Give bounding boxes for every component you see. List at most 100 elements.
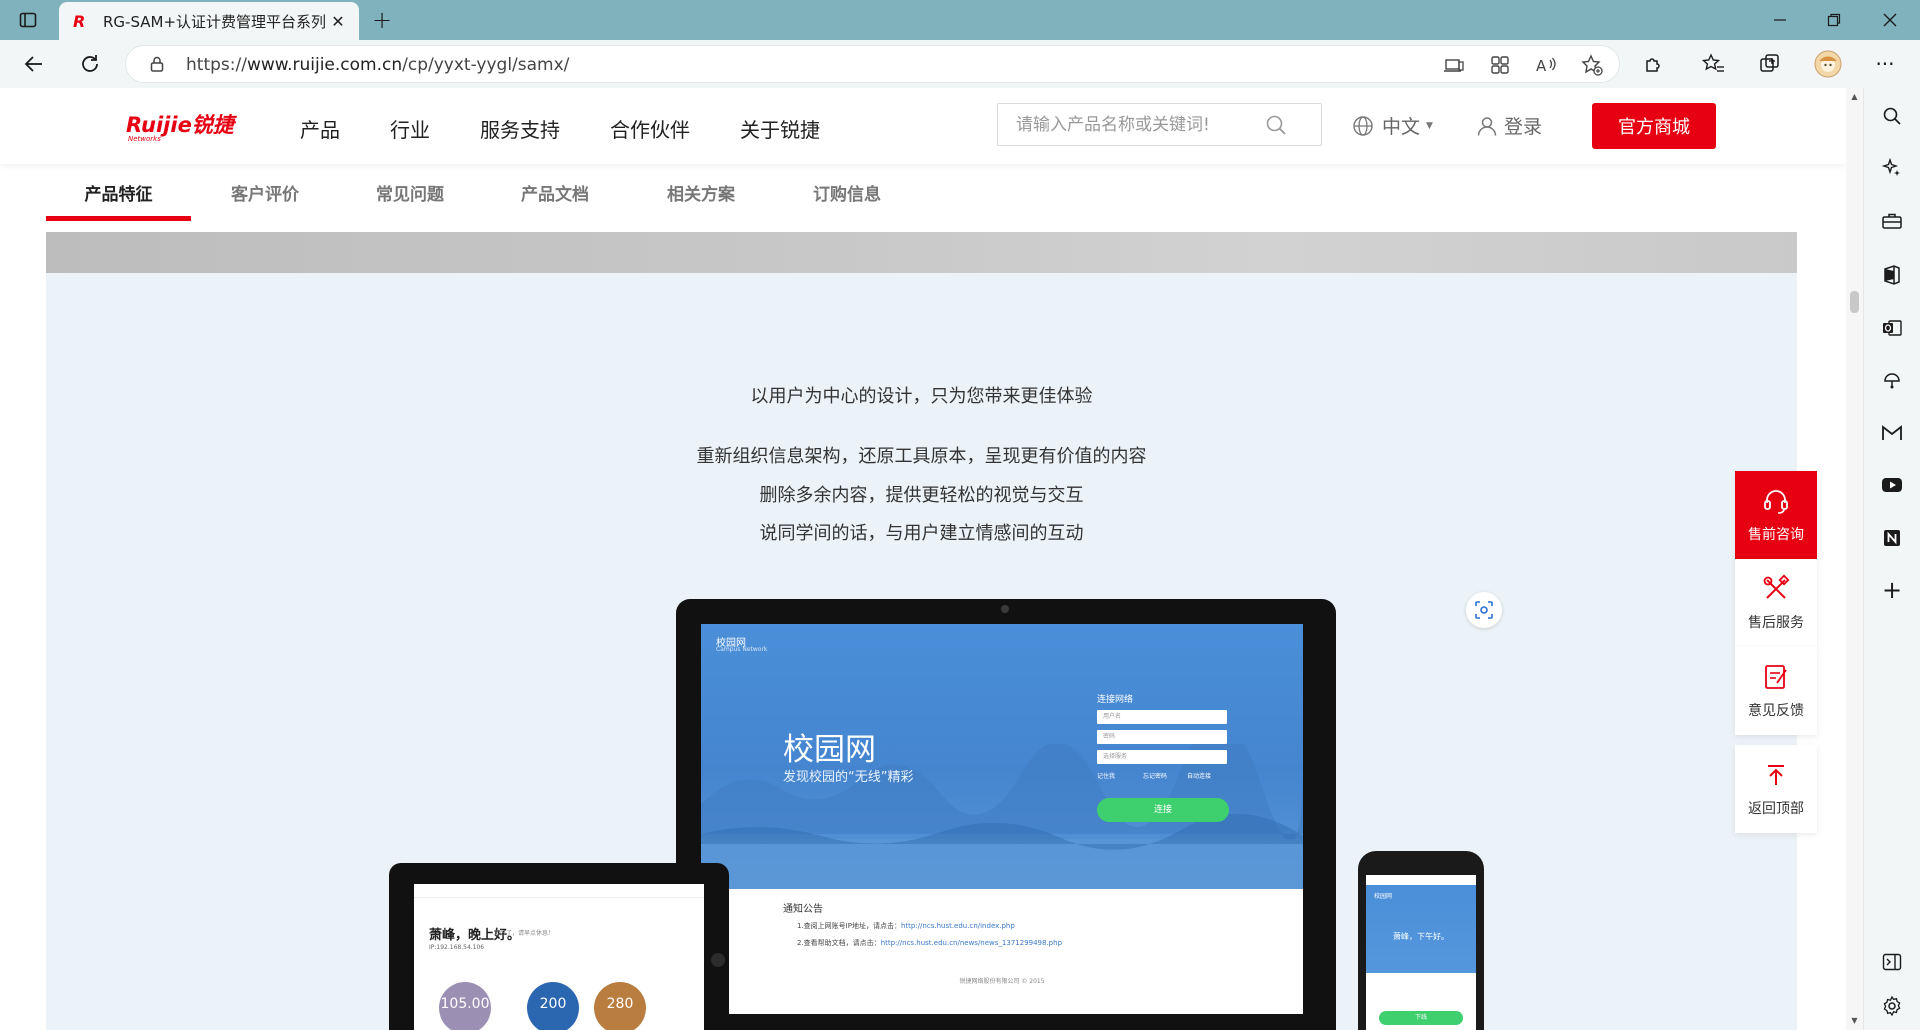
screen-footer: 锐捷网络股份有限公司 © 2015: [959, 978, 1045, 985]
active-tab-indicator: [46, 216, 191, 221]
puzzle-icon[interactable]: [1640, 50, 1668, 78]
page-viewport: Ruijie锐捷 Networks 产品 行业 服务支持 合作伙伴 关于锐捷 中…: [0, 88, 1846, 1030]
minimize-icon[interactable]: [1764, 6, 1796, 34]
nav-products[interactable]: 产品: [300, 114, 340, 143]
feature-line-2: 删除多余内容，提供更轻松的视觉与交互: [759, 485, 1084, 506]
gmail-icon[interactable]: [1880, 421, 1904, 445]
feature-line-1: 重新组织信息架构，还原工具原本，呈现更有价值的内容: [696, 446, 1147, 467]
tab-actions-icon[interactable]: [16, 8, 40, 32]
search-icon[interactable]: [1880, 104, 1904, 128]
refresh-icon[interactable]: [76, 50, 104, 78]
tablet-screen: 萧峰，晚上好。 您好了，请早点休息！ IP:192.168.54.106 105…: [414, 884, 704, 1030]
more-icon[interactable]: ···: [1871, 50, 1899, 78]
screen-form-title: 连接网络: [1097, 695, 1134, 705]
nav-about[interactable]: 关于锐捷: [740, 114, 820, 143]
feedback-button[interactable]: 意见反馈: [1735, 647, 1817, 735]
svg-text:Ruijie锐捷: Ruijie锐捷: [126, 113, 238, 137]
screen-notice-title: 通知公告: [783, 904, 823, 915]
tab-solutions[interactable]: 相关方案: [646, 164, 756, 220]
svg-text:R: R: [73, 13, 85, 29]
search-input[interactable]: [998, 104, 1268, 145]
phone-offline-button: 下线: [1379, 1011, 1463, 1025]
tablet-ip: IP:192.168.54.106: [429, 944, 485, 951]
favorites-icon[interactable]: [1700, 50, 1728, 78]
screen-service-select: 选择服务: [1097, 750, 1227, 764]
address-bar[interactable]: https://www.ruijie.com.cn/cp/yyxt-yygl/s…: [125, 45, 1620, 83]
tablet-stat-3: 280: [594, 982, 646, 1030]
screen-check-forgot: 忘记密码: [1143, 773, 1168, 780]
svg-text:Networks: Networks: [128, 135, 161, 143]
phone-brand: 校园网: [1374, 893, 1393, 900]
feedback-icon: [1761, 662, 1791, 692]
lock-icon[interactable]: [148, 55, 166, 73]
language-selector[interactable]: 中文 ▼: [1352, 112, 1433, 139]
settings-icon[interactable]: [1880, 994, 1904, 1018]
back-icon[interactable]: [20, 50, 48, 78]
phone-screen: 校园网 萧峰，下午好。 下线: [1366, 875, 1476, 1030]
restore-icon[interactable]: [1818, 6, 1850, 34]
monitor-device: 校园网 Campus Network 校园网 发现校园的“无线”精彩 连接网络 …: [676, 599, 1336, 1030]
close-window-icon[interactable]: [1874, 6, 1906, 34]
browser-toolbar: https://www.ruijie.com.cn/cp/yyxt-yygl/s…: [0, 40, 1920, 88]
screen-check-remember: 记住我: [1097, 773, 1116, 780]
office-icon[interactable]: [1880, 263, 1904, 287]
tablet-home-button: [711, 953, 725, 967]
official-store-button[interactable]: 官方商城: [1592, 103, 1716, 149]
banner-strip: [46, 232, 1797, 273]
read-aloud-icon[interactable]: A: [1535, 54, 1557, 76]
tools-icon: [1761, 574, 1791, 604]
close-icon[interactable]: ✕: [327, 10, 349, 32]
scroll-down-icon[interactable]: ▼: [1850, 1016, 1859, 1025]
tablet-greeting-sub: 您好了，请早点休息！: [494, 930, 555, 937]
add-favorite-icon[interactable]: [1581, 54, 1603, 76]
presales-consult-button[interactable]: 售前咨询: [1735, 471, 1817, 559]
ruijie-logo[interactable]: Ruijie锐捷 Networks: [126, 110, 262, 143]
url-text[interactable]: https://www.ruijie.com.cn/cp/yyxt-yygl/s…: [186, 55, 569, 75]
page-scrollbar[interactable]: ▲ ▼: [1846, 88, 1863, 1030]
visual-search-icon[interactable]: [1466, 592, 1502, 628]
scroll-thumb[interactable]: [1850, 291, 1859, 313]
plus-icon[interactable]: +: [368, 6, 396, 34]
profile-avatar[interactable]: [1814, 50, 1842, 78]
add-icon[interactable]: +: [1880, 576, 1904, 604]
copilot-icon[interactable]: [1880, 156, 1904, 180]
tablet-stat-1: 105.00: [439, 982, 491, 1030]
collections-icon[interactable]: [1756, 50, 1784, 78]
scroll-up-icon[interactable]: ▲: [1850, 92, 1859, 101]
login-link[interactable]: 登录: [1476, 112, 1542, 139]
nav-partners[interactable]: 合作伙伴: [610, 114, 690, 143]
tab-customer-reviews[interactable]: 客户评价: [210, 164, 320, 220]
app-available-icon[interactable]: [1443, 54, 1465, 76]
sidebar-toggle-icon[interactable]: [1880, 950, 1904, 974]
headset-icon: [1761, 486, 1791, 516]
browser-tab-active[interactable]: R RG-SAM+认证计费管理平台系列 ✕: [59, 2, 359, 40]
search-icon[interactable]: [1265, 114, 1287, 136]
notion-icon[interactable]: [1880, 526, 1904, 550]
tab-faq[interactable]: 常见问题: [355, 164, 465, 220]
screen-password-field: 密码: [1097, 730, 1227, 744]
feature-section: 以用户为中心的设计，只为您带来更佳体验 重新组织信息架构，还原工具原本，呈现更有…: [46, 232, 1797, 1030]
screen-brand-sub: Campus Network: [716, 646, 768, 653]
login-hero: 校园网 Campus Network 校园网 发现校园的“无线”精彩 连接网络 …: [701, 624, 1303, 889]
screen-notice-2: 2.查看帮助文档，请点击：http://ncs.hust.edu.cn/news…: [797, 939, 1063, 947]
outlook-icon[interactable]: [1880, 316, 1904, 340]
nav-industry[interactable]: 行业: [390, 114, 430, 143]
back-to-top-icon: [1761, 760, 1791, 790]
product-subnav: 产品特征 客户评价 常见问题 产品文档 相关方案 订购信息: [0, 164, 1846, 221]
games-icon[interactable]: [1880, 368, 1904, 392]
extensions-grid-icon[interactable]: [1489, 54, 1511, 76]
tab-title: RG-SAM+认证计费管理平台系列: [103, 12, 327, 31]
nav-service-support[interactable]: 服务支持: [480, 114, 560, 143]
edge-sidebar: +: [1863, 88, 1920, 1030]
tab-product-docs[interactable]: 产品文档: [500, 164, 610, 220]
tablet-device: 萧峰，晚上好。 您好了，请早点休息！ IP:192.168.54.106 105…: [389, 863, 729, 1030]
screen-username-field: 用户名: [1097, 710, 1227, 724]
back-to-top-button[interactable]: 返回顶部: [1735, 745, 1817, 833]
after-sales-button[interactable]: 售后服务: [1735, 559, 1817, 647]
toolbox-icon[interactable]: [1880, 209, 1904, 233]
screen-check-auto: 自动连接: [1187, 773, 1212, 780]
tab-product-features[interactable]: 产品特征: [46, 164, 191, 220]
tab-ordering-info[interactable]: 订购信息: [792, 164, 902, 220]
screen-title: 校园网: [783, 732, 876, 768]
youtube-icon[interactable]: [1880, 473, 1904, 497]
